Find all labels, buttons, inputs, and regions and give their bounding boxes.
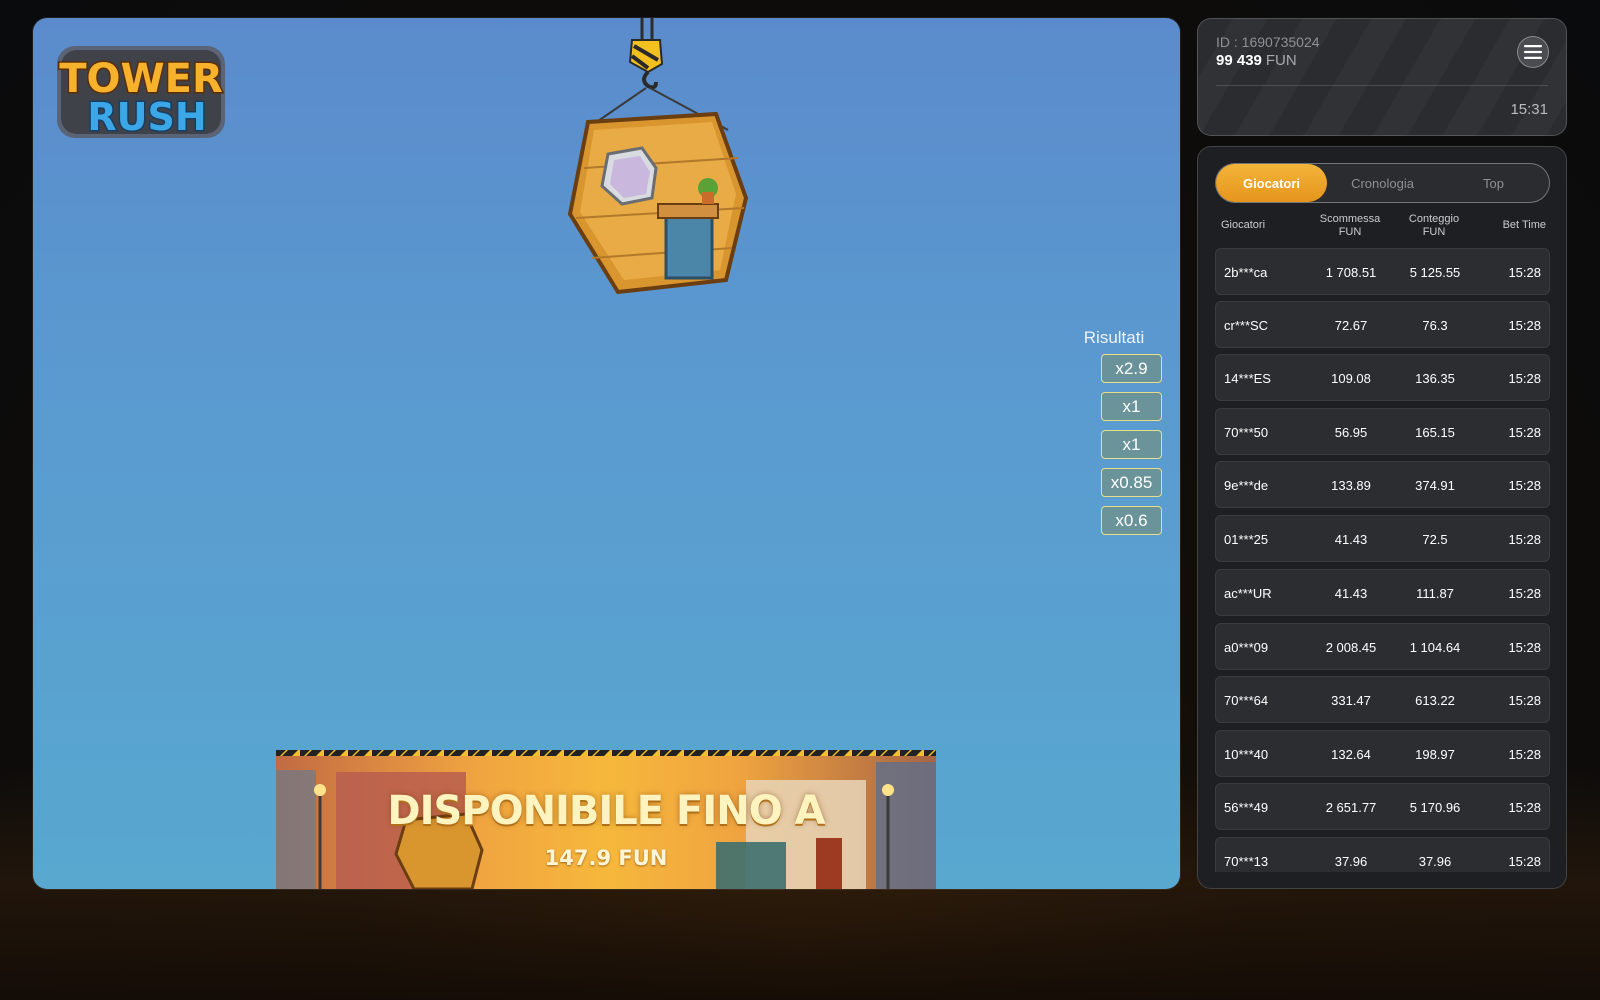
tab-cronologia[interactable]: Cronologia xyxy=(1327,164,1438,202)
column-count-line1: Conteggio xyxy=(1408,213,1460,225)
player-count: 76.3 xyxy=(1422,318,1448,333)
table-row: a0***09 2 008.45 1 104.64 15:28 xyxy=(1215,623,1550,670)
column-player: Giocatori xyxy=(1221,219,1266,231)
players-tabs: Giocatori Cronologia Top xyxy=(1215,163,1550,203)
banner-title: DISPONIBILE FINO A xyxy=(387,788,825,834)
result-pill: x0.85 xyxy=(1101,468,1162,497)
player-bet-time: 15:28 xyxy=(1508,693,1541,708)
result-pill: x0.6 xyxy=(1101,506,1162,535)
game-canvas[interactable]: TOWER RUSH Risultati x2.9 x1 x1 x0.85 x0… xyxy=(33,18,1180,889)
account-id: ID : 1690735024 xyxy=(1216,34,1320,50)
table-row: 9e***de 133.89 374.91 15:28 xyxy=(1215,461,1550,508)
player-name: 14***ES xyxy=(1224,371,1271,386)
column-count: Conteggio FUN xyxy=(1389,213,1479,239)
player-bet-time: 15:28 xyxy=(1508,640,1541,655)
player-bet: 2 008.45 xyxy=(1325,640,1377,655)
player-name: cr***SC xyxy=(1224,318,1269,333)
player-name: 2b***ca xyxy=(1224,265,1268,280)
result-pill: x1 xyxy=(1101,392,1162,421)
account-panel: ID : 1690735024 99 439 FUN 15:31 xyxy=(1197,18,1567,136)
balance-currency: FUN xyxy=(1265,52,1297,69)
tab-top[interactable]: Top xyxy=(1438,164,1549,202)
promo-banner[interactable]: DISPONIBILE FINO A 147.9 FUN xyxy=(276,750,936,889)
player-name: 01***25 xyxy=(1224,532,1269,547)
player-count: 111.87 xyxy=(1416,586,1454,601)
column-count-line2: FUN xyxy=(1422,226,1446,238)
column-bet-line2: FUN xyxy=(1338,226,1362,238)
player-count: 198.97 xyxy=(1415,747,1455,762)
player-name: 10***40 xyxy=(1224,747,1269,762)
player-count: 72.5 xyxy=(1422,532,1448,547)
menu-button[interactable] xyxy=(1517,36,1549,68)
table-row: cr***SC 72.67 76.3 15:28 xyxy=(1215,301,1550,348)
hamburger-icon xyxy=(1524,45,1542,59)
logo-text-rush: RUSH xyxy=(87,95,206,139)
player-bet-time: 15:28 xyxy=(1508,318,1541,333)
table-row: 2b***ca 1 708.51 5 125.55 15:28 xyxy=(1215,248,1550,295)
player-name: 9e***de xyxy=(1224,478,1269,493)
player-bet: 133.89 xyxy=(1331,478,1371,493)
player-bet: 56.95 xyxy=(1334,425,1368,440)
player-bet: 41.43 xyxy=(1334,586,1368,601)
result-pill: x1 xyxy=(1101,430,1162,459)
results-title: Risultati xyxy=(1083,328,1145,347)
player-bet-time: 15:28 xyxy=(1508,800,1541,815)
player-name: 70***50 xyxy=(1224,425,1269,440)
player-name: 70***13 xyxy=(1224,854,1269,869)
column-bet-line1: Scommessa xyxy=(1319,213,1381,225)
column-bet: Scommessa FUN xyxy=(1305,213,1395,239)
balance-amount: 99 439 xyxy=(1216,52,1262,69)
player-bet: 1 708.51 xyxy=(1325,265,1377,280)
player-bet: 41.43 xyxy=(1334,532,1368,547)
player-bet-time: 15:28 xyxy=(1508,532,1541,547)
player-count: 613.22 xyxy=(1415,693,1455,708)
player-name: a0***09 xyxy=(1224,640,1269,655)
players-table-header: Giocatori Scommessa FUN Conteggio FUN Be… xyxy=(1215,213,1550,243)
player-bet: 109.08 xyxy=(1331,371,1371,386)
players-table-body[interactable]: 2b***ca 1 708.51 5 125.55 15:28 cr***SC … xyxy=(1215,248,1550,872)
player-count: 374.91 xyxy=(1415,478,1455,493)
player-count: 136.35 xyxy=(1415,371,1455,386)
player-bet-time: 15:28 xyxy=(1508,747,1541,762)
player-name: ac***UR xyxy=(1224,586,1272,601)
table-row: 70***64 331.47 613.22 15:28 xyxy=(1215,676,1550,723)
player-name: 70***64 xyxy=(1224,693,1269,708)
player-count: 1 104.64 xyxy=(1409,640,1461,655)
account-balance: 99 439 FUN xyxy=(1216,52,1297,69)
clock-time: 15:31 xyxy=(1510,101,1548,118)
banner-amount: 147.9 FUN xyxy=(544,846,668,870)
account-divider xyxy=(1216,85,1548,86)
player-bet: 132.64 xyxy=(1331,747,1371,762)
table-row: 70***13 37.96 37.96 15:28 xyxy=(1215,837,1550,872)
player-bet-time: 15:28 xyxy=(1508,265,1541,280)
player-bet: 331.47 xyxy=(1331,693,1371,708)
players-panel: Giocatori Cronologia Top Giocatori Scomm… xyxy=(1197,146,1567,889)
table-row: 10***40 132.64 198.97 15:28 xyxy=(1215,730,1550,777)
table-row: 14***ES 109.08 136.35 15:28 xyxy=(1215,354,1550,401)
player-bet-time: 15:28 xyxy=(1508,854,1541,869)
player-name: 56***49 xyxy=(1224,800,1269,815)
player-count: 5 170.96 xyxy=(1409,800,1461,815)
player-bet-time: 15:28 xyxy=(1508,371,1541,386)
player-count: 37.96 xyxy=(1418,854,1452,869)
player-bet-time: 15:28 xyxy=(1508,478,1541,493)
table-row: 70***50 56.95 165.15 15:28 xyxy=(1215,408,1550,455)
tower-rush-logo: TOWER RUSH xyxy=(57,46,225,141)
player-bet: 37.96 xyxy=(1334,854,1368,869)
crane-house-block xyxy=(567,18,749,295)
table-row: 01***25 41.43 72.5 15:28 xyxy=(1215,515,1550,562)
table-row: ac***UR 41.43 111.87 15:28 xyxy=(1215,569,1550,616)
player-count: 5 125.55 xyxy=(1409,265,1461,280)
table-row: 56***49 2 651.77 5 170.96 15:28 xyxy=(1215,783,1550,830)
result-pill: x2.9 xyxy=(1101,354,1162,383)
player-bet: 2 651.77 xyxy=(1325,800,1377,815)
column-bet-time: Bet Time xyxy=(1502,219,1546,231)
tab-giocatori[interactable]: Giocatori xyxy=(1216,164,1327,202)
player-bet: 72.67 xyxy=(1334,318,1368,333)
player-bet-time: 15:28 xyxy=(1508,425,1541,440)
player-bet-time: 15:28 xyxy=(1508,586,1541,601)
player-count: 165.15 xyxy=(1415,425,1455,440)
